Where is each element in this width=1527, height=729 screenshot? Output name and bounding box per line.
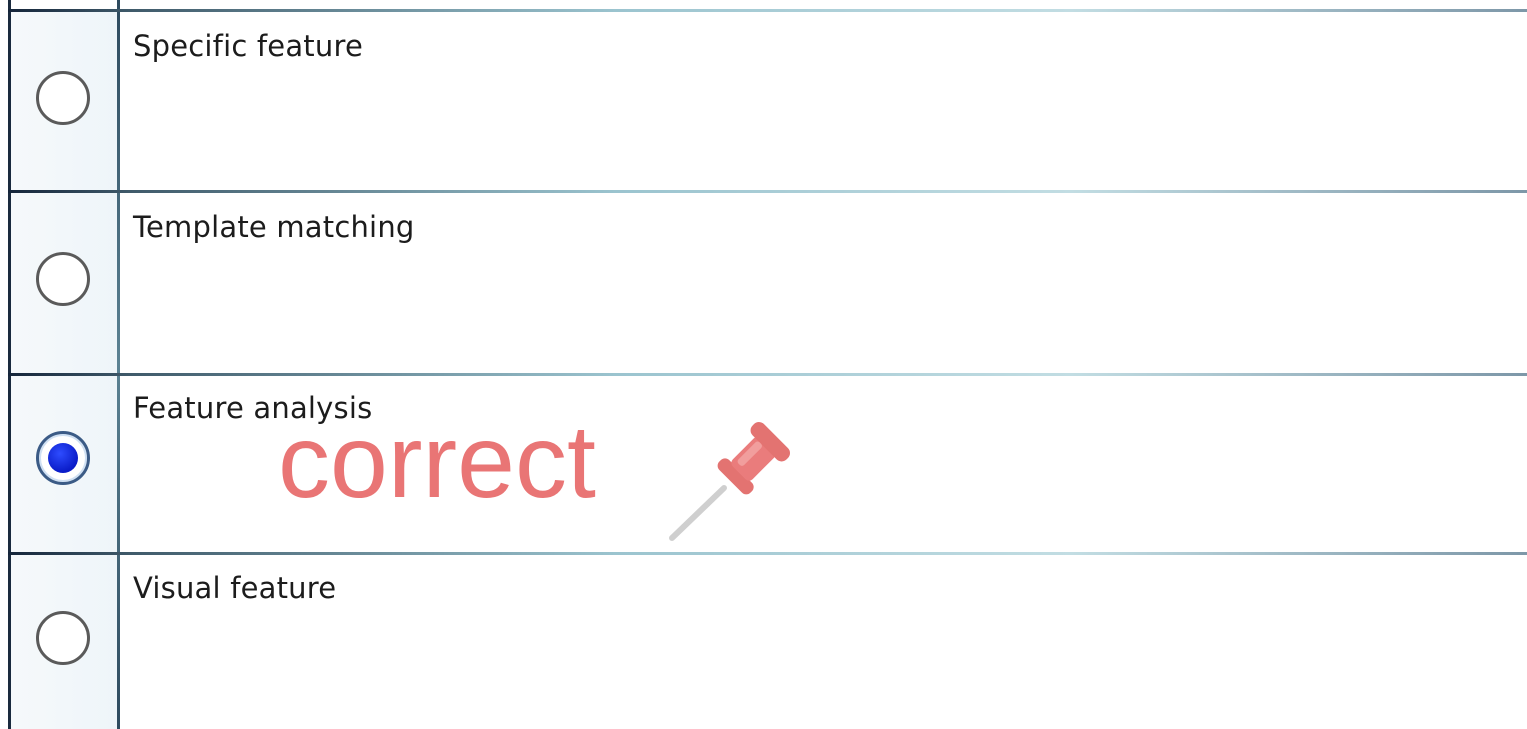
multiple-choice-question: Specific feature Template matching Featu… — [0, 0, 1527, 729]
radio-button[interactable] — [36, 71, 90, 125]
option-label: Specific feature — [133, 29, 363, 63]
correct-annotation: correct — [278, 404, 596, 520]
option-row[interactable]: Specific feature — [0, 12, 1527, 190]
pushpin-icon — [669, 421, 791, 541]
radio-button[interactable] — [36, 252, 90, 306]
radio-button[interactable] — [36, 611, 90, 665]
radio-button-selected[interactable] — [36, 431, 90, 485]
option-label: Visual feature — [133, 571, 337, 605]
option-row[interactable]: Visual feature — [0, 555, 1527, 729]
option-row[interactable]: Template matching — [0, 193, 1527, 373]
option-label: Template matching — [133, 210, 415, 244]
radio-selected-dot — [48, 443, 78, 473]
